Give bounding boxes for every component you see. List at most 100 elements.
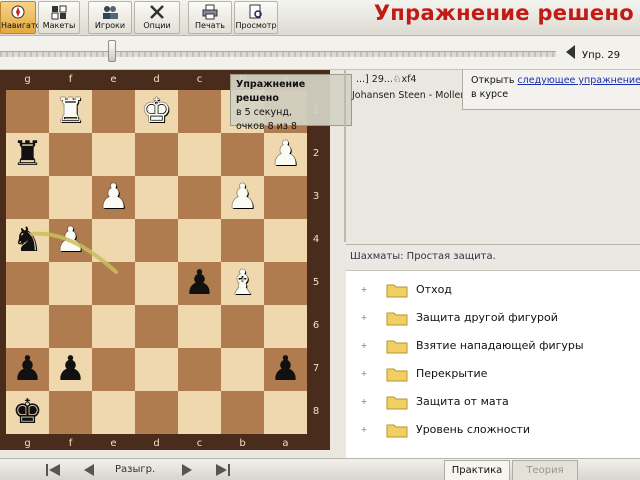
white-rook-f1[interactable]: ♜	[49, 90, 92, 133]
black-pawn-a7[interactable]: ♟	[264, 348, 307, 391]
black-rook-g2[interactable]: ♜	[6, 133, 49, 176]
square-d5[interactable]	[135, 262, 178, 305]
square-d4[interactable]	[135, 219, 178, 262]
file-label-e: e	[110, 74, 117, 85]
square-e8[interactable]	[92, 391, 135, 434]
next-move-icon[interactable]	[176, 461, 198, 479]
play-button[interactable]: Разыгр.	[115, 464, 155, 475]
file-label-g: g	[24, 438, 31, 449]
square-a6[interactable]	[264, 305, 307, 348]
options-button[interactable]: Опции	[134, 1, 180, 34]
square-d2[interactable]	[135, 133, 178, 176]
square-e2[interactable]	[92, 133, 135, 176]
square-a8[interactable]	[264, 391, 307, 434]
square-b7[interactable]	[221, 348, 264, 391]
square-e4[interactable]	[92, 219, 135, 262]
next-exercise-suffix: в курсе	[471, 89, 509, 100]
file-label-c: c	[196, 438, 203, 449]
black-knight-g4[interactable]: ♞	[6, 219, 49, 262]
rank-label-6: 6	[312, 320, 320, 331]
black-king-g8[interactable]: ♚	[6, 391, 49, 434]
square-d7[interactable]	[135, 348, 178, 391]
square-b4[interactable]	[221, 219, 264, 262]
course-tree-item[interactable]: + Перекрытие	[346, 363, 640, 385]
square-c6[interactable]	[178, 305, 221, 348]
previous-exercise-icon[interactable]	[564, 44, 576, 60]
expand-icon[interactable]: +	[360, 370, 368, 378]
course-tree-item[interactable]: + Защита другой фигурой	[346, 307, 640, 329]
expand-icon[interactable]: +	[360, 398, 368, 406]
course-tree-item[interactable]: + Взятие нападающей фигуры	[346, 335, 640, 357]
square-g3[interactable]	[6, 176, 49, 219]
square-f5[interactable]	[49, 262, 92, 305]
panel-divider[interactable]	[344, 70, 346, 242]
layouts-icon	[51, 5, 67, 20]
preview-button[interactable]: Просмотр	[234, 1, 278, 34]
square-g1[interactable]	[6, 90, 49, 133]
square-g6[interactable]	[6, 305, 49, 348]
course-tree-item[interactable]: + Отход	[346, 279, 640, 301]
tab-practice[interactable]: Практика	[444, 460, 510, 480]
square-a4[interactable]	[264, 219, 307, 262]
square-c3[interactable]	[178, 176, 221, 219]
previous-move-icon[interactable]	[78, 461, 100, 479]
layouts-button[interactable]: Макеты	[38, 1, 80, 34]
folder-icon	[386, 424, 408, 438]
square-g5[interactable]	[6, 262, 49, 305]
game-slider-thumb[interactable]	[108, 40, 116, 62]
course-tree: + Отход + Защита другой фигурой + Взятие напа…	[346, 270, 640, 458]
white-bishop-b5[interactable]: ♝	[221, 262, 264, 305]
file-label-b: b	[239, 438, 246, 449]
square-d6[interactable]	[135, 305, 178, 348]
first-move-icon[interactable]	[42, 461, 64, 479]
rank-label-7: 7	[312, 363, 320, 374]
white-king-d1[interactable]: ♚	[135, 90, 178, 133]
square-e1[interactable]	[92, 90, 135, 133]
expand-icon[interactable]: +	[360, 286, 368, 294]
white-pawn-a2[interactable]: ♟	[264, 133, 307, 176]
square-c4[interactable]	[178, 219, 221, 262]
course-tree-item[interactable]: + Защита от мата	[346, 391, 640, 413]
expand-icon[interactable]: +	[360, 342, 368, 350]
tab-theory[interactable]: Теория	[512, 460, 578, 480]
square-c8[interactable]	[178, 391, 221, 434]
square-a3[interactable]	[264, 176, 307, 219]
rank-label-5: 5	[312, 277, 320, 288]
notation-moves[interactable]: ...] 29...♘xf4	[356, 74, 416, 85]
square-c7[interactable]	[178, 348, 221, 391]
square-f6[interactable]	[49, 305, 92, 348]
square-a5[interactable]	[264, 262, 307, 305]
print-button[interactable]: Печать	[188, 1, 232, 34]
next-exercise-link[interactable]: следующее упражнение	[517, 75, 640, 86]
white-pawn-b3[interactable]: ♟	[221, 176, 264, 219]
black-pawn-f7[interactable]: ♟	[49, 348, 92, 391]
square-c1[interactable]	[178, 90, 221, 133]
course-tree-item[interactable]: + Уровень сложности	[346, 419, 640, 441]
square-f3[interactable]	[49, 176, 92, 219]
white-pawn-e3[interactable]: ♟	[92, 176, 135, 219]
black-pawn-c5[interactable]: ♟	[178, 262, 221, 305]
exercise-number: Упр. 29	[582, 50, 621, 61]
last-move-icon[interactable]	[212, 461, 234, 479]
expand-icon[interactable]: +	[360, 314, 368, 322]
square-e5[interactable]	[92, 262, 135, 305]
square-d3[interactable]	[135, 176, 178, 219]
file-label-d: d	[153, 74, 160, 85]
game-slider-track[interactable]	[0, 51, 556, 57]
navigator-button[interactable]: Навигатор	[0, 1, 46, 34]
square-e7[interactable]	[92, 348, 135, 391]
square-b6[interactable]	[221, 305, 264, 348]
square-d8[interactable]	[135, 391, 178, 434]
black-pawn-g7[interactable]: ♟	[6, 348, 49, 391]
square-b2[interactable]	[221, 133, 264, 176]
folder-icon	[386, 396, 408, 410]
square-e6[interactable]	[92, 305, 135, 348]
square-f2[interactable]	[49, 133, 92, 176]
players-button[interactable]: Игроки	[88, 1, 132, 34]
expand-icon[interactable]: +	[360, 426, 368, 434]
white-pawn-f4[interactable]: ♟	[49, 219, 92, 262]
compass-icon	[11, 5, 25, 19]
square-f8[interactable]	[49, 391, 92, 434]
square-c2[interactable]	[178, 133, 221, 176]
square-b8[interactable]	[221, 391, 264, 434]
